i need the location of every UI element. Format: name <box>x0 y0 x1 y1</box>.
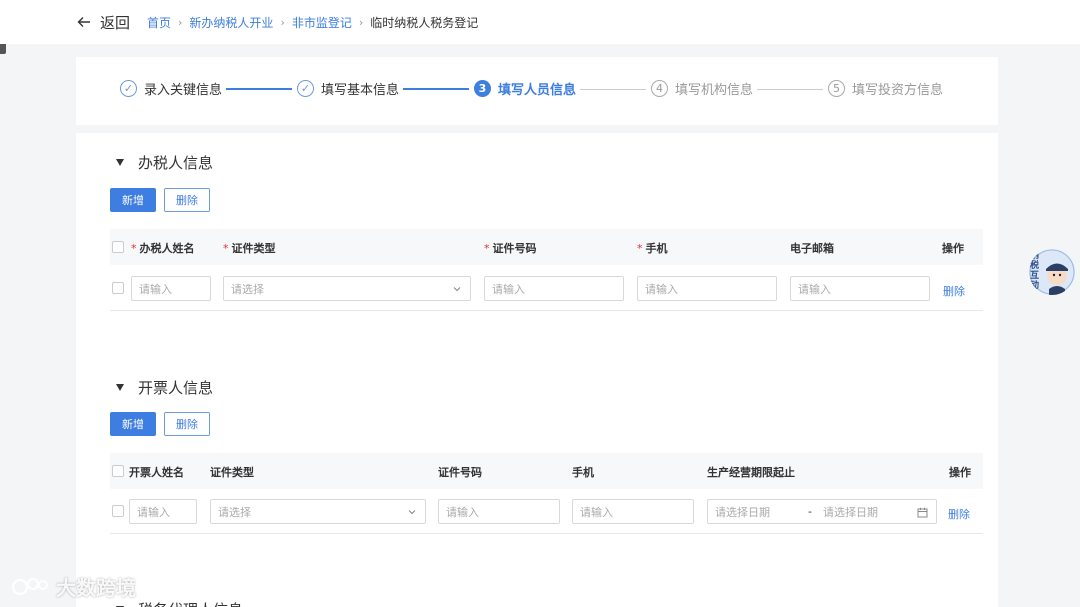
caret-down-icon <box>116 384 124 391</box>
row-checkbox[interactable] <box>112 505 124 517</box>
column-header: * 办税人姓名 <box>131 242 195 255</box>
select-all-checkbox[interactable] <box>112 241 124 253</box>
handler-name-input[interactable]: 请输入 <box>131 276 211 301</box>
step-label: 填写基本信息 <box>321 83 400 98</box>
invoicer-name-input[interactable]: 请输入 <box>129 499 197 524</box>
column-header: 证件类型 <box>210 466 254 479</box>
select-placeholder: 请选择 <box>218 505 251 519</box>
breadcrumb-new-taxpayer[interactable]: 新办纳税人开业 <box>189 14 273 31</box>
step-connector <box>580 89 646 90</box>
step-label: 填写机构信息 <box>675 83 754 98</box>
check-icon: ✓ <box>120 80 137 97</box>
handler-phone-input[interactable]: 请输入 <box>637 276 777 301</box>
caret-down-icon <box>116 159 124 166</box>
step-connector <box>226 88 292 90</box>
chevron-down-icon <box>408 510 416 515</box>
tax-interaction-widget[interactable]: 纳税互动 <box>1029 249 1075 295</box>
watermark: 大数跨境 <box>10 572 136 601</box>
end-date-placeholder: 请选择日期 <box>823 505 878 519</box>
column-header: 电子邮箱 <box>790 242 834 255</box>
table-row: 请输入 请选择 请输入 请输入 请选择日期 - 请选择日期 删除 <box>110 489 983 534</box>
step-label: 填写人员信息 <box>498 83 577 98</box>
chevron-right-icon: › <box>280 16 285 29</box>
watermark-logo-icon <box>11 577 48 595</box>
breadcrumb-current: 临时纳税人税务登记 <box>370 16 479 30</box>
calendar-icon <box>917 507 928 518</box>
invoicer-idno-input[interactable]: 请输入 <box>438 499 560 524</box>
row-checkbox[interactable] <box>112 282 124 294</box>
main-form: 办税人信息 新增 删除 * 办税人姓名 * 证件类型 * 证件号码 * 手机 电子邮箱 … <box>76 133 998 607</box>
step-number: 4 <box>651 80 668 97</box>
step-label: 录入关键信息 <box>144 83 223 98</box>
column-header: 证件号码 <box>438 466 482 479</box>
step-number: 3 <box>474 80 491 97</box>
column-header: 手机 <box>572 466 594 479</box>
add-invoicer-button[interactable]: 新增 <box>110 412 156 436</box>
step-label: 填写投资方信息 <box>852 83 944 98</box>
tax-handler-table-header: * 办税人姓名 * 证件类型 * 证件号码 * 手机 电子邮箱 操作 <box>110 229 983 265</box>
section-title-text: 税务代理人信息 <box>138 599 243 607</box>
top-bar: 返回 首页 › 新办纳税人开业 › 非市监登记 › 临时纳税人税务登记 <box>0 0 1080 44</box>
step-connector <box>403 88 469 90</box>
section-title-text: 办税人信息 <box>138 154 214 172</box>
column-header: 操作 <box>949 466 971 479</box>
column-header: 生产经营期限起止 <box>707 466 795 479</box>
section-title-text: 开票人信息 <box>138 379 214 397</box>
operating-period-range-picker[interactable]: 请选择日期 - 请选择日期 <box>707 499 937 524</box>
column-header: * 证件类型 <box>223 242 276 255</box>
step-3: 3 填写人员信息 <box>474 79 576 98</box>
handler-idno-input[interactable]: 请输入 <box>484 276 624 301</box>
watermark-text: 大数跨境 <box>56 576 136 600</box>
widget-label: 纳税互动 <box>1030 251 1040 291</box>
back-label: 返回 <box>100 13 131 32</box>
section-invoicer-title[interactable]: 开票人信息 <box>116 377 213 398</box>
section-tax-handler-title[interactable]: 办税人信息 <box>116 152 213 173</box>
back-button[interactable]: 返回 <box>76 11 130 33</box>
invoicer-table-header: 开票人姓名 证件类型 证件号码 手机 生产经营期限起止 操作 <box>110 453 983 489</box>
step-connector <box>757 89 823 90</box>
breadcrumb-home[interactable]: 首页 <box>147 14 171 31</box>
step-number: 5 <box>828 80 845 97</box>
select-all-checkbox[interactable] <box>112 465 124 477</box>
step-5: 5 填写投资方信息 <box>828 79 943 98</box>
steps-bar: ✓ 录入关键信息 ✓ 填写基本信息 3 填写人员信息 4 填写机构信息 5 填写… <box>76 57 998 125</box>
row-delete-link[interactable]: 删除 <box>943 283 965 299</box>
chevron-down-icon <box>453 287 461 292</box>
handler-email-input[interactable]: 请输入 <box>790 276 930 301</box>
row-delete-link[interactable]: 删除 <box>948 506 970 522</box>
breadcrumb-non-market[interactable]: 非市监登记 <box>292 14 352 31</box>
table-row: 请输入 请选择 请输入 请输入 请输入 删除 <box>110 266 983 311</box>
column-header: 操作 <box>942 242 964 255</box>
step-2: ✓ 填写基本信息 <box>297 79 399 98</box>
chevron-right-icon: › <box>178 16 183 29</box>
step-4: 4 填写机构信息 <box>651 79 753 98</box>
column-header: 开票人姓名 <box>129 466 184 479</box>
delete-tax-handler-button[interactable]: 删除 <box>164 188 210 212</box>
delete-invoicer-button[interactable]: 删除 <box>164 412 210 436</box>
column-header: * 手机 <box>637 242 668 255</box>
range-separator: - <box>808 505 812 518</box>
check-icon: ✓ <box>297 80 314 97</box>
start-date-placeholder: 请选择日期 <box>715 505 770 519</box>
add-tax-handler-button[interactable]: 新增 <box>110 188 156 212</box>
breadcrumb: 首页 › 新办纳税人开业 › 非市监登记 › 临时纳税人税务登记 <box>147 14 478 31</box>
select-placeholder: 请选择 <box>231 282 264 296</box>
arrow-left-icon <box>77 17 90 27</box>
step-1: ✓ 录入关键信息 <box>120 79 222 98</box>
chevron-right-icon: › <box>358 16 364 29</box>
column-header: * 证件号码 <box>484 242 537 255</box>
invoicer-phone-input[interactable]: 请输入 <box>572 499 694 524</box>
invoicer-idtype-select[interactable]: 请选择 <box>210 499 426 524</box>
handler-idtype-select[interactable]: 请选择 <box>223 276 471 301</box>
